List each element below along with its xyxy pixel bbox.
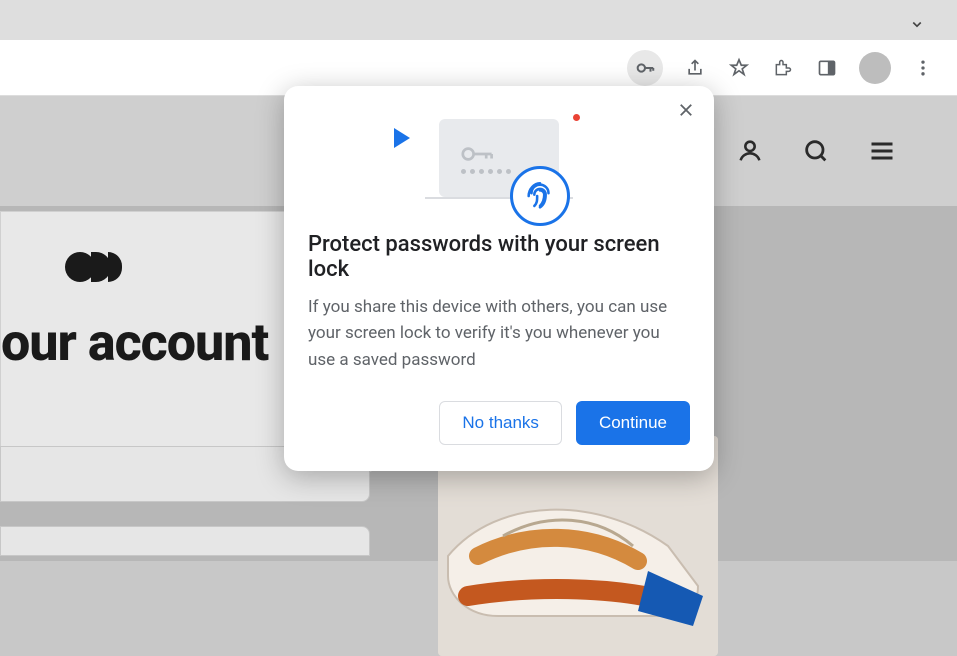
red-dot-icon bbox=[573, 114, 580, 121]
search-icon bbox=[802, 137, 830, 165]
dialog-actions: No thanks Continue bbox=[308, 401, 690, 445]
kebab-menu-icon bbox=[913, 58, 933, 78]
browser-menu-button[interactable] bbox=[911, 56, 935, 80]
no-thanks-button[interactable]: No thanks bbox=[439, 401, 562, 445]
hamburger-icon bbox=[868, 137, 896, 165]
sidepanel-button[interactable] bbox=[815, 56, 839, 80]
share-button[interactable] bbox=[683, 56, 707, 80]
continue-button[interactable]: Continue bbox=[576, 401, 690, 445]
dialog-illustration bbox=[308, 102, 690, 222]
password-protect-dialog: Protect passwords with your screen lock … bbox=[284, 86, 714, 471]
star-icon bbox=[728, 57, 750, 79]
dialog-body-text: If you share this device with others, yo… bbox=[308, 294, 690, 373]
password-key-button[interactable] bbox=[627, 50, 663, 86]
key-icon bbox=[461, 144, 497, 164]
chevron-down-icon bbox=[908, 15, 926, 33]
puzzle-icon bbox=[773, 58, 793, 78]
tabs-dropdown-button[interactable] bbox=[907, 14, 927, 34]
key-icon bbox=[634, 57, 656, 79]
site-search-button[interactable] bbox=[801, 136, 831, 166]
fingerprint-badge bbox=[510, 166, 570, 226]
browser-tabstrip bbox=[0, 0, 957, 40]
panel-icon bbox=[817, 58, 837, 78]
user-icon bbox=[736, 137, 764, 165]
extensions-button[interactable] bbox=[771, 56, 795, 80]
form-input-2[interactable] bbox=[0, 526, 370, 556]
profile-avatar[interactable] bbox=[859, 52, 891, 84]
dialog-title: Protect passwords with your screen lock bbox=[308, 232, 690, 282]
site-menu-button[interactable] bbox=[867, 136, 897, 166]
share-icon bbox=[685, 58, 705, 78]
play-triangle-icon bbox=[394, 128, 410, 148]
bookmark-button[interactable] bbox=[727, 56, 751, 80]
account-button[interactable] bbox=[735, 136, 765, 166]
fingerprint-icon bbox=[523, 179, 557, 213]
